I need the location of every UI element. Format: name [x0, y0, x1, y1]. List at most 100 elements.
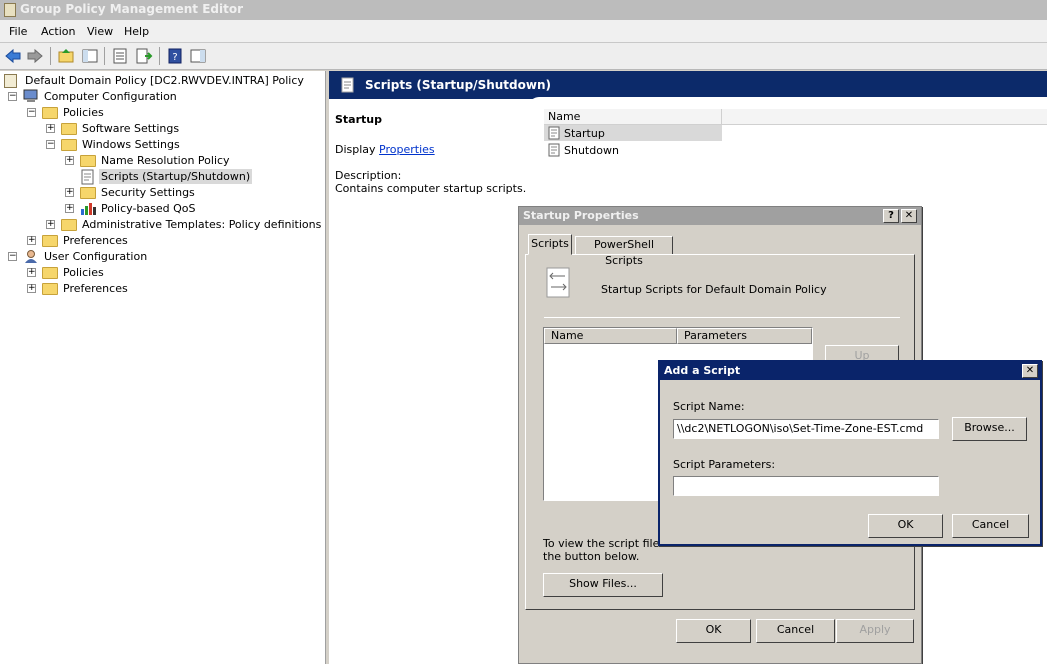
expand-icon[interactable]: +: [27, 236, 36, 245]
help-button[interactable]: ?: [883, 209, 899, 223]
description-text: Contains computer startup scripts.: [335, 182, 527, 195]
expand-icon[interactable]: +: [65, 204, 74, 213]
menu-bar: File Action View Help: [0, 20, 1047, 43]
ok-button[interactable]: OK: [868, 514, 943, 538]
column-name[interactable]: Name: [544, 328, 677, 344]
menu-view[interactable]: View: [87, 25, 113, 38]
list-item-label: Shutdown: [564, 144, 619, 157]
tree-label: Windows Settings: [82, 138, 180, 151]
tree-label: User Configuration: [44, 250, 148, 263]
display-label: Display: [335, 143, 376, 156]
folder-lock-icon: [80, 187, 96, 199]
scripts-caption: Startup Scripts for Default Domain Polic…: [601, 283, 827, 296]
policy-document-icon: [4, 74, 17, 88]
tree-label: Policies: [63, 106, 104, 119]
list-item-label: Startup: [564, 127, 605, 140]
show-files-button[interactable]: Show Files...: [543, 573, 663, 597]
bar-chart-icon: [81, 203, 96, 215]
toolbar: ?: [0, 43, 1047, 70]
menu-help[interactable]: Help: [124, 25, 149, 38]
collapse-icon[interactable]: −: [8, 252, 17, 261]
tree-label: Computer Configuration: [44, 90, 177, 103]
tree-label: Policies: [63, 266, 104, 279]
expand-icon[interactable]: +: [27, 284, 36, 293]
script-icon: [548, 143, 560, 157]
properties-link[interactable]: Properties: [379, 143, 435, 156]
console-tree: Default Domain Policy [DC2.RWVDEV.INTRA]…: [0, 71, 326, 664]
expand-icon[interactable]: +: [65, 156, 74, 165]
tab-scripts[interactable]: Scripts: [528, 234, 572, 255]
description-label: Description:: [335, 169, 402, 182]
pane-header: Scripts (Startup/Shutdown): [329, 71, 1047, 99]
dialog-title-bar: Startup Properties: [519, 207, 921, 225]
expand-icon[interactable]: +: [46, 220, 55, 229]
apply-button[interactable]: Apply: [836, 619, 914, 643]
folder-icon: [61, 123, 77, 135]
tree-label-selected: Scripts (Startup/Shutdown): [99, 169, 253, 184]
action-pane-icon[interactable]: [189, 47, 207, 65]
script-parameters-input[interactable]: [673, 476, 939, 496]
title-bar: Group Policy Management Editor: [0, 0, 1047, 20]
menu-action[interactable]: Action: [41, 25, 75, 38]
close-icon[interactable]: ✕: [901, 209, 917, 223]
menu-file[interactable]: File: [9, 25, 27, 38]
folder-icon: [42, 267, 58, 279]
hint-line-2: the button below.: [543, 550, 640, 563]
add-script-dialog: Add a Script ✕ Script Name: \\dc2\NETLOG…: [658, 360, 1042, 546]
cancel-button[interactable]: Cancel: [952, 514, 1029, 538]
ok-button[interactable]: OK: [676, 619, 751, 643]
collapse-icon[interactable]: −: [46, 140, 55, 149]
user-icon: [25, 250, 37, 263]
tree-label: Administrative Templates: Policy definit…: [82, 218, 325, 231]
script-parameters-label: Script Parameters:: [673, 458, 776, 471]
export-list-icon[interactable]: [135, 47, 153, 65]
section-heading: Startup: [335, 113, 382, 126]
folder-icon: [61, 219, 77, 231]
tree-label: Default Domain Policy [DC2.RWVDEV.INTRA]…: [25, 74, 304, 87]
folder-icon: [42, 107, 58, 119]
help-icon[interactable]: ?: [166, 47, 184, 65]
list-item-shutdown[interactable]: Shutdown: [544, 142, 722, 158]
browse-button[interactable]: Browse...: [952, 417, 1027, 441]
expand-icon[interactable]: +: [27, 268, 36, 277]
app-icon: [4, 3, 16, 17]
folder-icon: [80, 155, 96, 167]
expand-icon[interactable]: +: [46, 124, 55, 133]
script-name-label: Script Name:: [673, 400, 745, 413]
folder-icon: [61, 139, 77, 151]
properties-icon[interactable]: [111, 47, 129, 65]
back-arrow-icon[interactable]: [4, 47, 22, 65]
scripts-document-icon: [546, 267, 570, 298]
dialog-title-bar: Add a Script: [660, 362, 1040, 380]
expand-icon[interactable]: +: [65, 188, 74, 197]
dialog-title: Startup Properties: [523, 209, 639, 222]
dialog-title: Add a Script: [664, 364, 741, 377]
script-icon: [341, 77, 354, 93]
window-title: Group Policy Management Editor: [20, 2, 244, 16]
tab-powershell-scripts[interactable]: PowerShell Scripts: [575, 236, 673, 267]
tree-label: Policy-based QoS: [101, 202, 196, 215]
cancel-button[interactable]: Cancel: [756, 619, 835, 643]
tree-label: Preferences: [63, 234, 128, 247]
folder-icon: [42, 235, 58, 247]
up-folder-icon[interactable]: [57, 47, 75, 65]
tree-label: Security Settings: [101, 186, 195, 199]
svg-text:?: ?: [172, 52, 177, 63]
script-icon: [548, 126, 560, 140]
list-item-startup[interactable]: Startup: [544, 125, 722, 141]
pane-header-title: Scripts (Startup/Shutdown): [365, 78, 551, 92]
tree-label: Name Resolution Policy: [101, 154, 230, 167]
forward-arrow-icon[interactable]: [26, 47, 44, 65]
display-properties-line: Display Properties: [335, 143, 435, 156]
close-icon[interactable]: ✕: [1022, 364, 1038, 378]
tree-label: Preferences: [63, 282, 128, 295]
computer-icon: [23, 89, 38, 102]
script-name-input[interactable]: \\dc2\NETLOGON\iso\Set-Time-Zone-EST.cmd: [673, 419, 939, 439]
folder-icon: [42, 283, 58, 295]
collapse-icon[interactable]: −: [27, 108, 36, 117]
collapse-icon[interactable]: −: [8, 92, 17, 101]
script-icon: [81, 169, 94, 185]
list-column-name[interactable]: Name: [544, 109, 722, 125]
show-hide-tree-icon[interactable]: [81, 47, 99, 65]
column-parameters[interactable]: Parameters: [677, 328, 812, 344]
